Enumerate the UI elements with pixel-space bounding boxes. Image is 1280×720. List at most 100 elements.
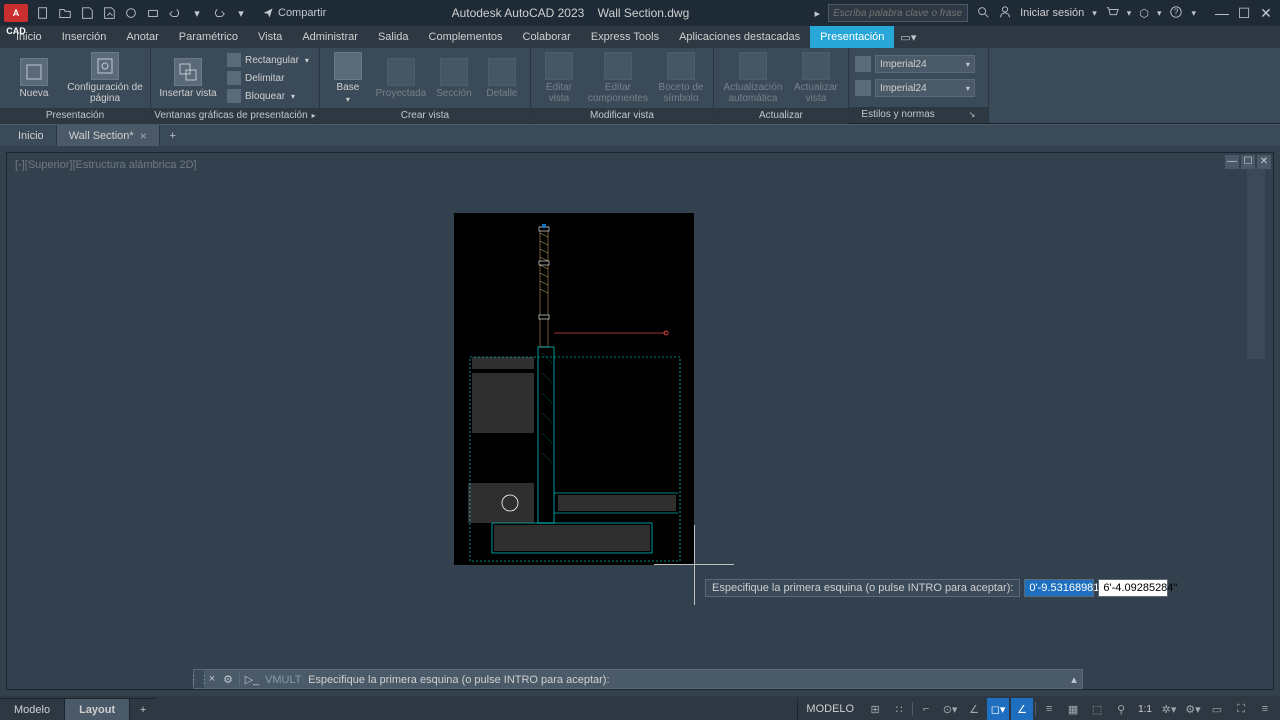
grid-icon[interactable]: ⊞ [864,698,886,720]
navigation-bar[interactable] [1247,169,1265,359]
bloquear-button[interactable]: Bloquear▾ [223,88,313,105]
tab-insercion[interactable]: Inserción [52,26,117,48]
tab-colaborar[interactable]: Colaborar [513,26,581,48]
undo-icon[interactable] [166,4,184,22]
redo-arrow-icon[interactable]: ▾ [232,4,250,22]
tab-vista[interactable]: Vista [248,26,292,48]
ribbon: Nueva Configuración de página Presentaci… [0,48,1280,124]
ortho-icon[interactable]: ⌐ [915,698,937,720]
tab-anotar[interactable]: Anotar [116,26,168,48]
cart-icon[interactable] [1105,5,1119,22]
transparency-icon[interactable]: ▦ [1062,698,1084,720]
style2-dropdown[interactable]: Imperial24▾ [875,79,975,97]
osnap-icon[interactable]: ◻▾ [987,698,1009,720]
cmdline-customize-icon[interactable]: ⚙ [220,673,236,686]
viewport-close-button[interactable]: ✕ [1257,155,1271,169]
delimitar-button[interactable]: Delimitar [223,70,313,87]
lineweight-icon[interactable]: ≡ [1038,698,1060,720]
dynamic-x-field[interactable]: 0'-9.53168981" [1024,579,1094,597]
monitor-icon[interactable]: ▭ [1206,698,1228,720]
search-arrow-icon[interactable]: ▸ [815,7,821,20]
rectangular-button[interactable]: Rectangular▾ [223,52,313,69]
save-icon[interactable] [78,4,96,22]
proyectada-button: Proyectada [374,50,428,106]
signin-button[interactable]: Iniciar sesión [1020,7,1084,19]
tab-administrar[interactable]: Administrar [292,26,368,48]
style1-dropdown[interactable]: Imperial24▾ [875,55,975,73]
close-button[interactable]: ✕ [1256,4,1276,22]
close-icon[interactable]: × [140,129,147,143]
share-button[interactable]: Compartir [262,7,326,19]
drawing-area[interactable]: — ☐ ✕ [-][Superior][Estructura alámbrica… [6,152,1274,690]
search-icon[interactable] [976,5,990,22]
saveas-icon[interactable] [100,4,118,22]
command-line[interactable]: ⋮⋮ × ⚙ ▷_ VMULT Especifique la primera e… [193,669,1083,689]
file-tab-wall-section[interactable]: Wall Section*× [57,125,160,146]
clean-screen-icon[interactable]: ⛶ [1230,698,1252,720]
cmdline-text[interactable]: VMULT Especifique la primera esquina (o … [261,673,1066,686]
autodesk-app-icon[interactable]: ⬡ [1139,7,1149,20]
viewport-maximize-button[interactable]: ☐ [1241,155,1255,169]
help-arrow-icon[interactable]: ▾ [1191,8,1196,19]
tab-presentacion[interactable]: Presentación [810,26,894,48]
snap-icon[interactable]: ∷ [888,698,910,720]
tab-layout[interactable]: Layout [65,699,130,720]
panel-ventanas: Insertar vista Rectangular▾ Delimitar Bl… [151,48,320,123]
redo-icon[interactable] [210,4,228,22]
tab-parametrico[interactable]: Paramétrico [169,26,248,48]
isodraft-icon[interactable]: ∠ [963,698,985,720]
app-arrow-icon[interactable]: ▾ [1157,8,1162,19]
undo-arrow-icon[interactable]: ▾ [188,4,206,22]
cmdline-expand-icon[interactable]: ▴ [1066,673,1082,686]
tab-salida[interactable]: Salida [368,26,419,48]
plot-icon[interactable] [144,4,162,22]
proyectada-icon [387,58,415,86]
otrack-icon[interactable]: ∠ [1011,698,1033,720]
cmdline-prompt-icon: ▷_ [243,673,261,686]
panel-title-ventanas[interactable]: Ventanas gráficas de presentación▸ [151,108,319,124]
app-logo[interactable]: A CAD [4,4,28,22]
file-tab-add-button[interactable]: + [160,125,186,146]
customization-icon[interactable]: ≡ [1254,698,1276,720]
new-icon[interactable] [34,4,52,22]
open-icon[interactable] [56,4,74,22]
annotation-visibility-icon[interactable]: ✲▾ [1158,698,1180,720]
panel-actualizar: Actualización automática Actualizar vist… [714,48,849,123]
tab-aplicaciones[interactable]: Aplicaciones destacadas [669,26,810,48]
nueva-button[interactable]: Nueva [6,50,62,106]
file-tab-inicio[interactable]: Inicio [6,125,57,146]
selection-cycling-icon[interactable]: ⬚ [1086,698,1108,720]
web-icon[interactable] [122,4,140,22]
help-icon[interactable]: ? [1169,5,1183,22]
viewport-label[interactable]: [-][Superior][Estructura alámbrica 2D] [15,159,197,171]
signin-arrow-icon[interactable]: ▾ [1092,8,1097,19]
user-icon[interactable] [998,5,1012,22]
insertar-vista-button[interactable]: Insertar vista [157,50,219,106]
base-button[interactable]: Base▾ [326,50,370,106]
tab-complementos[interactable]: Complementos [419,26,513,48]
base-icon [334,52,362,80]
tab-modelo[interactable]: Modelo [0,699,65,720]
tab-express-tools[interactable]: Express Tools [581,26,669,48]
cmdline-close-icon[interactable]: × [204,673,220,685]
workspace-icon[interactable]: ⚙▾ [1182,698,1204,720]
status-scale[interactable]: 1:1 [1134,704,1156,715]
cmdline-drag-handle[interactable]: ⋮⋮ [194,670,204,688]
annotation-scale-icon[interactable]: ⚲ [1110,698,1132,720]
tab-extra-icon[interactable]: ▭▾ [894,26,922,48]
status-space-button[interactable]: MODELO [797,698,862,720]
delimitar-icon [227,71,241,85]
maximize-button[interactable]: ☐ [1234,4,1254,22]
panel-title-estilos[interactable]: Estilos y normas↘ [849,107,988,123]
layout-tabs: Modelo Layout + [0,698,156,720]
tab-inicio[interactable]: Inicio [6,26,52,48]
add-layout-button[interactable]: + [130,699,156,720]
minimize-button[interactable]: — [1212,4,1232,22]
polar-icon[interactable]: ⊙▾ [939,698,961,720]
config-pagina-button[interactable]: Configuración de página [66,50,144,106]
cart-arrow-icon[interactable]: ▾ [1127,8,1132,19]
dynamic-y-field[interactable]: 6'-4.09285284" [1098,579,1168,597]
panel-title-actualizar: Actualizar [714,108,848,124]
search-input[interactable] [828,4,968,22]
viewport-minimize-button[interactable]: — [1225,155,1239,169]
